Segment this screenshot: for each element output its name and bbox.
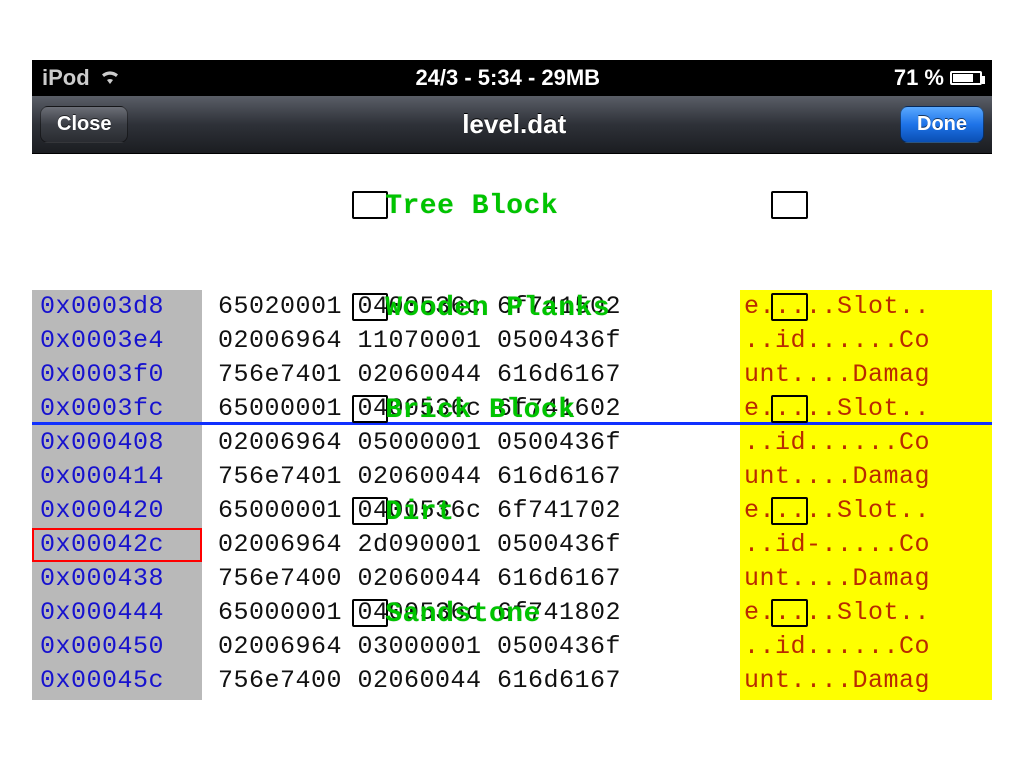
address-cell: 0x0003e4 xyxy=(32,324,202,358)
hex-row[interactable]: 0x00042065000001 0400536c 6f741702e.....… xyxy=(32,494,992,528)
address-cell: 0x000450 xyxy=(32,630,202,664)
hex-cell: 756e7401 02060044 616d6167 xyxy=(202,460,740,494)
hex-cell: 02006964 03000001 0500436f xyxy=(202,630,740,664)
ascii-cell: unt....Damag xyxy=(740,358,992,392)
ascii-cell: unt....Damag xyxy=(740,460,992,494)
close-button[interactable]: Close xyxy=(40,106,128,143)
hex-cell: 756e7400 02060044 616d6167 xyxy=(202,562,740,596)
hex-row[interactable]: 0x000438756e7400 02060044 616d6167unt...… xyxy=(32,562,992,596)
ascii-cell: e.....Slot.. xyxy=(740,290,992,324)
address-cell: 0x000408 xyxy=(32,426,202,460)
ascii-cell: e.....Slot.. xyxy=(740,392,992,426)
hex-view[interactable]: 0x0003d865020001 0400536c 6f741502e.....… xyxy=(32,154,992,700)
ascii-id-box xyxy=(771,191,807,219)
hex-row[interactable]: 0x00044465000001 0400536c 6f741802e.....… xyxy=(32,596,992,630)
address-cell: 0x000420 xyxy=(32,494,202,528)
address-cell: 0x00042c xyxy=(32,528,202,562)
hex-row[interactable]: 0x00045c756e7400 02060044 616d6167unt...… xyxy=(32,664,992,698)
status-center: 24/3 - 5:34 - 29MB xyxy=(415,65,600,91)
hex-cell: 65000001 0400536c 6f741802 xyxy=(202,596,740,630)
hex-cell: 65000001 0400536c 6f741902 xyxy=(202,698,740,700)
address-cell: 0x000444 xyxy=(32,596,202,630)
battery-percent: 71 % xyxy=(894,65,944,91)
done-button[interactable]: Done xyxy=(900,106,984,143)
hex-cell: 02006964 05000001 0500436f xyxy=(202,426,740,460)
annotation-divider-line xyxy=(32,422,992,425)
device-frame: iPod 24/3 - 5:34 - 29MB 71 % Close level… xyxy=(32,60,992,700)
address-cell: 0x0003d8 xyxy=(32,290,202,324)
annotation-label: Tree Block xyxy=(385,190,558,224)
ascii-cell: unt....Damag xyxy=(740,664,992,698)
hex-row[interactable]: 0x000414756e7401 02060044 616d6167unt...… xyxy=(32,460,992,494)
battery-icon xyxy=(950,71,982,85)
address-cell: 0x0003fc xyxy=(32,392,202,426)
hex-row[interactable]: 0x00040802006964 05000001 0500436f..id..… xyxy=(32,426,992,460)
address-cell: 0x00045c xyxy=(32,664,202,698)
hex-cell: 65000001 0400536c 6f741702 xyxy=(202,494,740,528)
ascii-cell: ..id......Co xyxy=(740,630,992,664)
address-cell: 0x000414 xyxy=(32,460,202,494)
hex-id-byte-box xyxy=(352,191,388,219)
wifi-icon xyxy=(98,65,122,91)
hex-cell: 65000001 0400536c 6f741602 xyxy=(202,392,740,426)
ascii-cell: ..id-.....Co xyxy=(740,528,992,562)
ascii-cell: ..id......Co xyxy=(740,324,992,358)
ascii-cell: e.....Slot.. xyxy=(740,596,992,630)
hex-cell: 02006964 11070001 0500436f xyxy=(202,324,740,358)
hex-row[interactable]: 0x00046865000001 0400536c 6f741902e.....… xyxy=(32,698,992,700)
hex-row[interactable]: 0x0003e402006964 11070001 0500436f..id..… xyxy=(32,324,992,358)
status-bar: iPod 24/3 - 5:34 - 29MB 71 % xyxy=(32,60,992,96)
hex-cell: 756e7400 02060044 616d6167 xyxy=(202,664,740,698)
hex-row[interactable]: 0x00045002006964 03000001 0500436f..id..… xyxy=(32,630,992,664)
ascii-cell: unt....Damag xyxy=(740,562,992,596)
hex-row[interactable]: 0x0003f0756e7401 02060044 616d6167unt...… xyxy=(32,358,992,392)
ascii-cell: ..id......Co xyxy=(740,426,992,460)
hex-row[interactable]: 0x0003d865020001 0400536c 6f741502e.....… xyxy=(32,290,992,324)
address-cell: 0x0003f0 xyxy=(32,358,202,392)
ascii-cell: e.....Slot.. xyxy=(740,494,992,528)
hex-row[interactable]: 0x0003fc65000001 0400536c 6f741602e.....… xyxy=(32,392,992,426)
device-label: iPod xyxy=(42,65,90,91)
nav-bar: Close level.dat Done xyxy=(32,96,992,154)
address-cell: 0x000468 xyxy=(32,698,202,700)
address-cell: 0x000438 xyxy=(32,562,202,596)
ascii-cell: e.....Slot.. xyxy=(740,698,992,700)
hex-row[interactable]: 0x00042c02006964 2d090001 0500436f..id-.… xyxy=(32,528,992,562)
nav-title: level.dat xyxy=(462,109,566,140)
hex-cell: 756e7401 02060044 616d6167 xyxy=(202,358,740,392)
hex-cell: 65020001 0400536c 6f741502 xyxy=(202,290,740,324)
hex-cell: 02006964 2d090001 0500436f xyxy=(202,528,740,562)
